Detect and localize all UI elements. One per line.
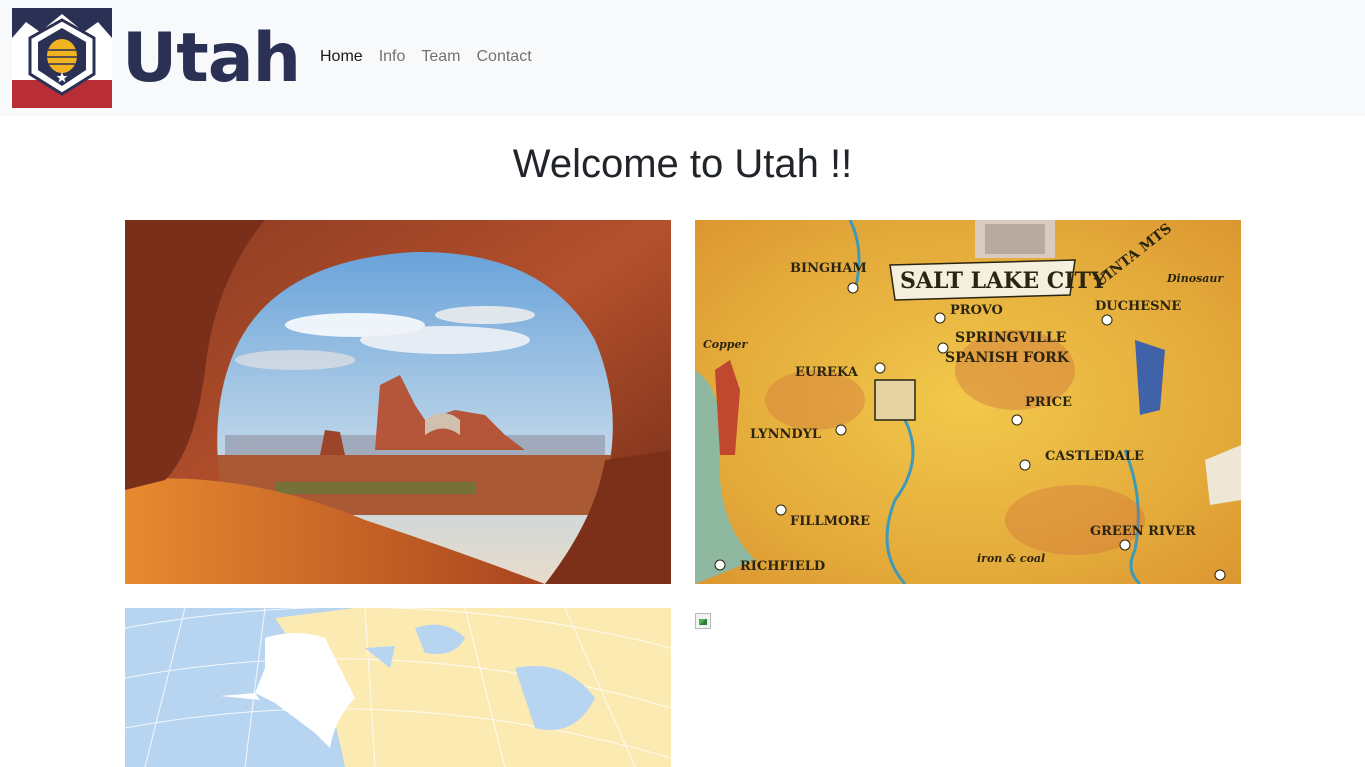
map-label-provo: PROVO: [950, 303, 1003, 318]
map-label-spanish-fork: SPANISH FORK: [945, 350, 1070, 366]
map-label-dinosaur: Dinosaur: [1166, 272, 1224, 285]
map-label-salt-lake-city: SALT LAKE CITY: [900, 268, 1107, 294]
map-label-castledale: CASTLEDALE: [1045, 449, 1144, 464]
map-label-iron-coal: iron & coal: [977, 552, 1045, 565]
nav-links: Home Info Team Contact: [320, 46, 548, 68]
broken-image-icon: [695, 613, 711, 629]
pictorial-map-image: SALT LAKE CITY BINGHAM PROVO SPRINGVILLE…: [695, 220, 1241, 584]
map-label-eureka: EUREKA: [795, 365, 859, 380]
map-label-bingham: BINGHAM: [790, 261, 867, 276]
map-label-lynndyl: LYNNDYL: [750, 427, 821, 442]
map-label-price: PRICE: [1025, 395, 1072, 410]
map-label-duchesne: DUCHESNE: [1095, 299, 1181, 314]
navbar: Utah Home Info Team Contact: [0, 0, 1365, 116]
nav-link-info[interactable]: Info: [379, 46, 406, 68]
brand-name: Utah: [122, 19, 301, 98]
arch-photo: [125, 220, 671, 584]
map-label-fillmore: FILLMORE: [790, 514, 870, 529]
map-label-springville: SPRINGVILLE: [955, 330, 1066, 346]
map-label-copper: Copper: [703, 338, 748, 351]
utah-logo-icon: [12, 8, 112, 108]
page-title: Welcome to Utah !!: [512, 142, 853, 186]
brand[interactable]: Utah: [12, 8, 304, 108]
map-label-green-river: GREEN RIVER: [1090, 524, 1196, 539]
nav-link-home[interactable]: Home: [320, 46, 363, 68]
locator-map-image: [125, 608, 671, 767]
nav-link-contact[interactable]: Contact: [477, 46, 532, 68]
map-label-richfield: RICHFIELD: [740, 559, 825, 574]
nav-link-team[interactable]: Team: [421, 46, 460, 68]
